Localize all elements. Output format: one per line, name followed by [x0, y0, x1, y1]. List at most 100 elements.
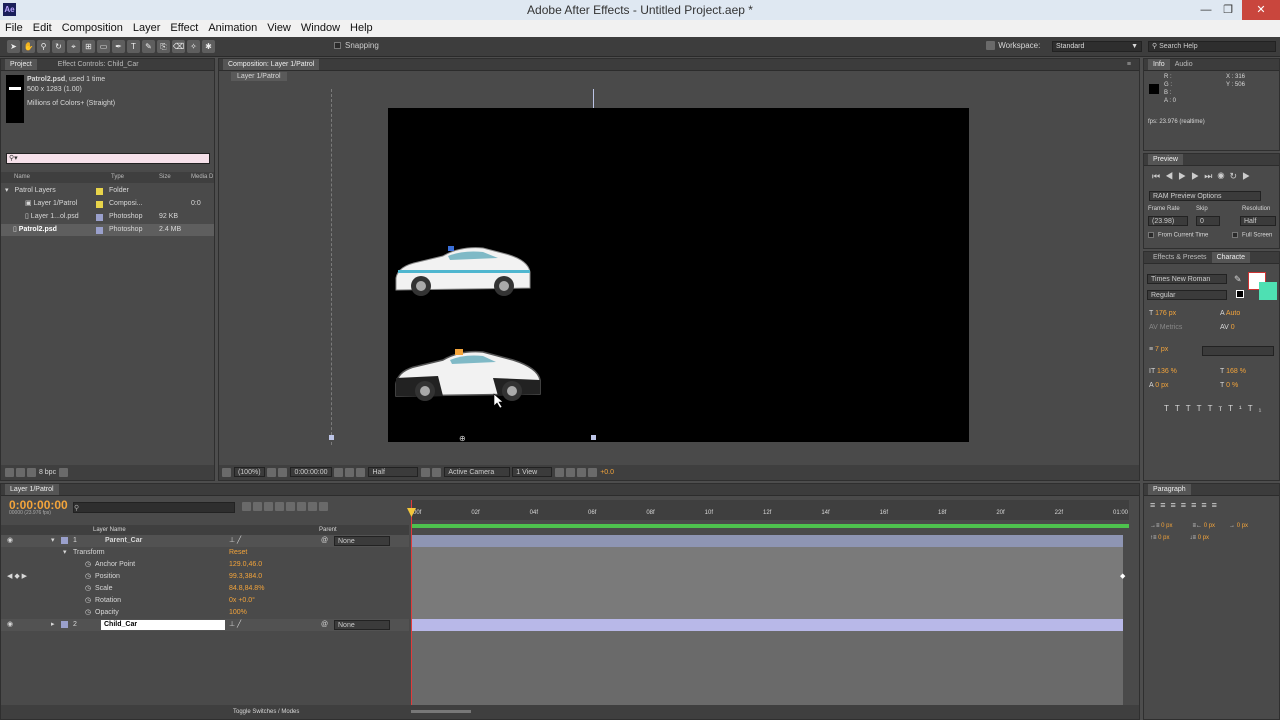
first-line-value[interactable]: 0 px [1237, 523, 1248, 529]
property-row[interactable]: ◷ Anchor Point 129.0,46.0 [1, 559, 409, 571]
all-caps-icon[interactable]: TT [1186, 404, 1208, 413]
expand-icon[interactable]: ▾ [51, 535, 55, 547]
parent-pickwhip-icon[interactable]: @ [321, 535, 328, 547]
menu-layer[interactable]: Layer [128, 20, 166, 37]
tab-timeline[interactable]: Layer 1/Patrol [5, 484, 59, 495]
parent-select[interactable]: None [334, 620, 390, 630]
transform-group[interactable]: ▾ Transform Reset [1, 547, 409, 559]
grid-icon[interactable] [267, 467, 277, 477]
indent-left-value[interactable]: 0 px [1161, 523, 1172, 529]
stroke-style-select[interactable] [1202, 346, 1274, 356]
black-swatch[interactable] [1236, 290, 1244, 298]
tracking-value[interactable]: 0 [1231, 324, 1235, 331]
view-layout-select[interactable]: 1 View [512, 467, 553, 477]
flowchart-icon[interactable] [588, 467, 598, 477]
menu-window[interactable]: Window [296, 20, 345, 37]
time-ruler[interactable]: 00f 02f 04f 06f 08f 10f 12f 14f 16f 18f 20f 22f 01:0… [411, 500, 1129, 520]
show-snapshot-icon[interactable] [345, 467, 355, 477]
tab-effects-presets[interactable]: Effects & Presets [1148, 252, 1212, 263]
parent-select[interactable]: None [334, 536, 390, 546]
align-center-icon[interactable]: ≡ [1160, 500, 1170, 510]
layer-name[interactable]: Parent_Car [105, 535, 142, 547]
font-style-select[interactable]: Regular [1147, 290, 1227, 300]
bpc-label[interactable]: 8 bpc [39, 469, 56, 476]
col-name[interactable]: Name [14, 172, 30, 183]
search-help-input[interactable]: ⚲ Search Help [1148, 41, 1276, 52]
tab-audio[interactable]: Audio [1170, 59, 1198, 70]
reset-link[interactable]: Reset [229, 547, 247, 559]
switch-icons[interactable]: ⊥ ╱ [229, 535, 241, 547]
keyframe-icon[interactable]: ◆ [1120, 572, 1125, 580]
snapping-checkbox[interactable] [334, 42, 341, 50]
align-right-icon[interactable]: ≡ [1171, 500, 1181, 510]
bounding-handle[interactable] [591, 435, 596, 440]
snapshot-icon[interactable] [334, 467, 344, 477]
current-time-display[interactable]: 0:00:00:00 [290, 467, 332, 477]
motion-blur-icon[interactable] [286, 502, 295, 512]
mute-icon[interactable]: ◉ [1217, 171, 1229, 181]
last-frame-icon[interactable]: ⏭ [1204, 171, 1217, 181]
ram-preview-options[interactable]: RAM Preview Options [1149, 191, 1261, 201]
list-item[interactable]: ▾ Patrol Layers Folder [1, 185, 214, 197]
eye-icon[interactable]: ◉ [7, 619, 13, 631]
list-item[interactable]: ▣ Layer 1/Patrol Composi... 0:0 [1, 198, 214, 210]
rotate-tool-icon[interactable]: ↻ [52, 40, 65, 53]
stroke-width-value[interactable]: 7 px [1155, 346, 1168, 353]
table-row[interactable]: ◉ ▾ 1 Parent_Car ⊥ ╱ @ None [1, 535, 409, 547]
new-folder-icon[interactable] [16, 467, 25, 477]
tab-character[interactable]: Characte [1211, 252, 1250, 263]
camera-tool-icon[interactable]: ⌖ [67, 40, 80, 53]
horizontal-scale-value[interactable]: 168 % [1226, 368, 1246, 375]
tab-project[interactable]: Project [5, 59, 37, 70]
baseline-shift-value[interactable]: 0 px [1155, 382, 1168, 389]
close-button[interactable]: ✕ [1242, 0, 1280, 20]
justify-center-icon[interactable]: ≡ [1191, 500, 1201, 510]
type-tool-icon[interactable]: T [127, 40, 140, 53]
bounding-handle[interactable] [329, 435, 334, 440]
next-frame-icon[interactable]: ▶ [1191, 171, 1204, 181]
font-size-value[interactable]: 176 px [1155, 310, 1176, 317]
space-before-value[interactable]: 0 px [1158, 535, 1169, 541]
zoom-slider[interactable] [411, 710, 471, 713]
graph-editor-icon[interactable] [319, 502, 328, 512]
col-media[interactable]: Media D [191, 172, 213, 183]
tsume-value[interactable]: 0 % [1226, 382, 1238, 389]
play-icon[interactable]: ▶ [1178, 171, 1191, 181]
workspace-select[interactable]: Standard ▼ [1052, 41, 1142, 52]
camera-select[interactable]: Active Camera [444, 467, 511, 477]
space-after-value[interactable]: 0 px [1198, 535, 1209, 541]
brainstorm-icon[interactable] [297, 502, 306, 512]
resolution-select[interactable]: Half [368, 467, 419, 477]
eye-icon[interactable]: ◉ [7, 535, 13, 547]
indent-right-value[interactable]: 0 px [1204, 523, 1215, 529]
property-row[interactable]: ◷ Opacity 100% [1, 607, 409, 619]
first-frame-icon[interactable]: ⏮ [1152, 171, 1165, 181]
brush-tool-icon[interactable]: ✎ [142, 40, 155, 53]
tab-composition[interactable]: Composition: Layer 1/Patrol [223, 59, 320, 70]
pan-behind-tool-icon[interactable]: ⊞ [82, 40, 95, 53]
justify-left-icon[interactable]: ≡ [1181, 500, 1191, 510]
col-type[interactable]: Type [111, 172, 124, 183]
leading-value[interactable]: Auto [1226, 310, 1240, 317]
table-row[interactable]: ◉ ▸ 2 Child_Car ⊥ ╱ @ None [1, 619, 409, 631]
skip-input[interactable]: 0 [1196, 216, 1220, 226]
toggle-switches-modes-button[interactable]: Toggle Switches / Modes [233, 705, 299, 719]
vertical-scale-value[interactable]: 136 % [1157, 368, 1177, 375]
kerning-value[interactable]: Metrics [1160, 324, 1183, 331]
list-item-selected[interactable]: ▯ Patrol2.psd Photoshop 2.4 MB [1, 224, 214, 236]
superscript-icon[interactable]: T¹ [1228, 404, 1248, 413]
faux-italic-icon[interactable]: T [1175, 404, 1186, 413]
subscript-icon[interactable]: T₁ [1248, 404, 1268, 413]
menu-view[interactable]: View [262, 20, 296, 37]
region-of-interest-icon[interactable] [421, 467, 431, 477]
menu-file[interactable]: File [0, 20, 28, 37]
loop-icon[interactable]: ↻ [1230, 171, 1243, 181]
stopwatch-icon[interactable]: ◷ [85, 583, 91, 595]
menu-edit[interactable]: Edit [28, 20, 57, 37]
maximize-button[interactable]: ❐ [1214, 0, 1242, 20]
exposure-value[interactable]: +0.0 [600, 469, 614, 476]
panel-menu-icon[interactable]: ≡ [1127, 59, 1131, 70]
auto-keyframe-icon[interactable] [308, 502, 317, 512]
menu-composition[interactable]: Composition [57, 20, 128, 37]
always-preview-icon[interactable] [222, 467, 231, 477]
